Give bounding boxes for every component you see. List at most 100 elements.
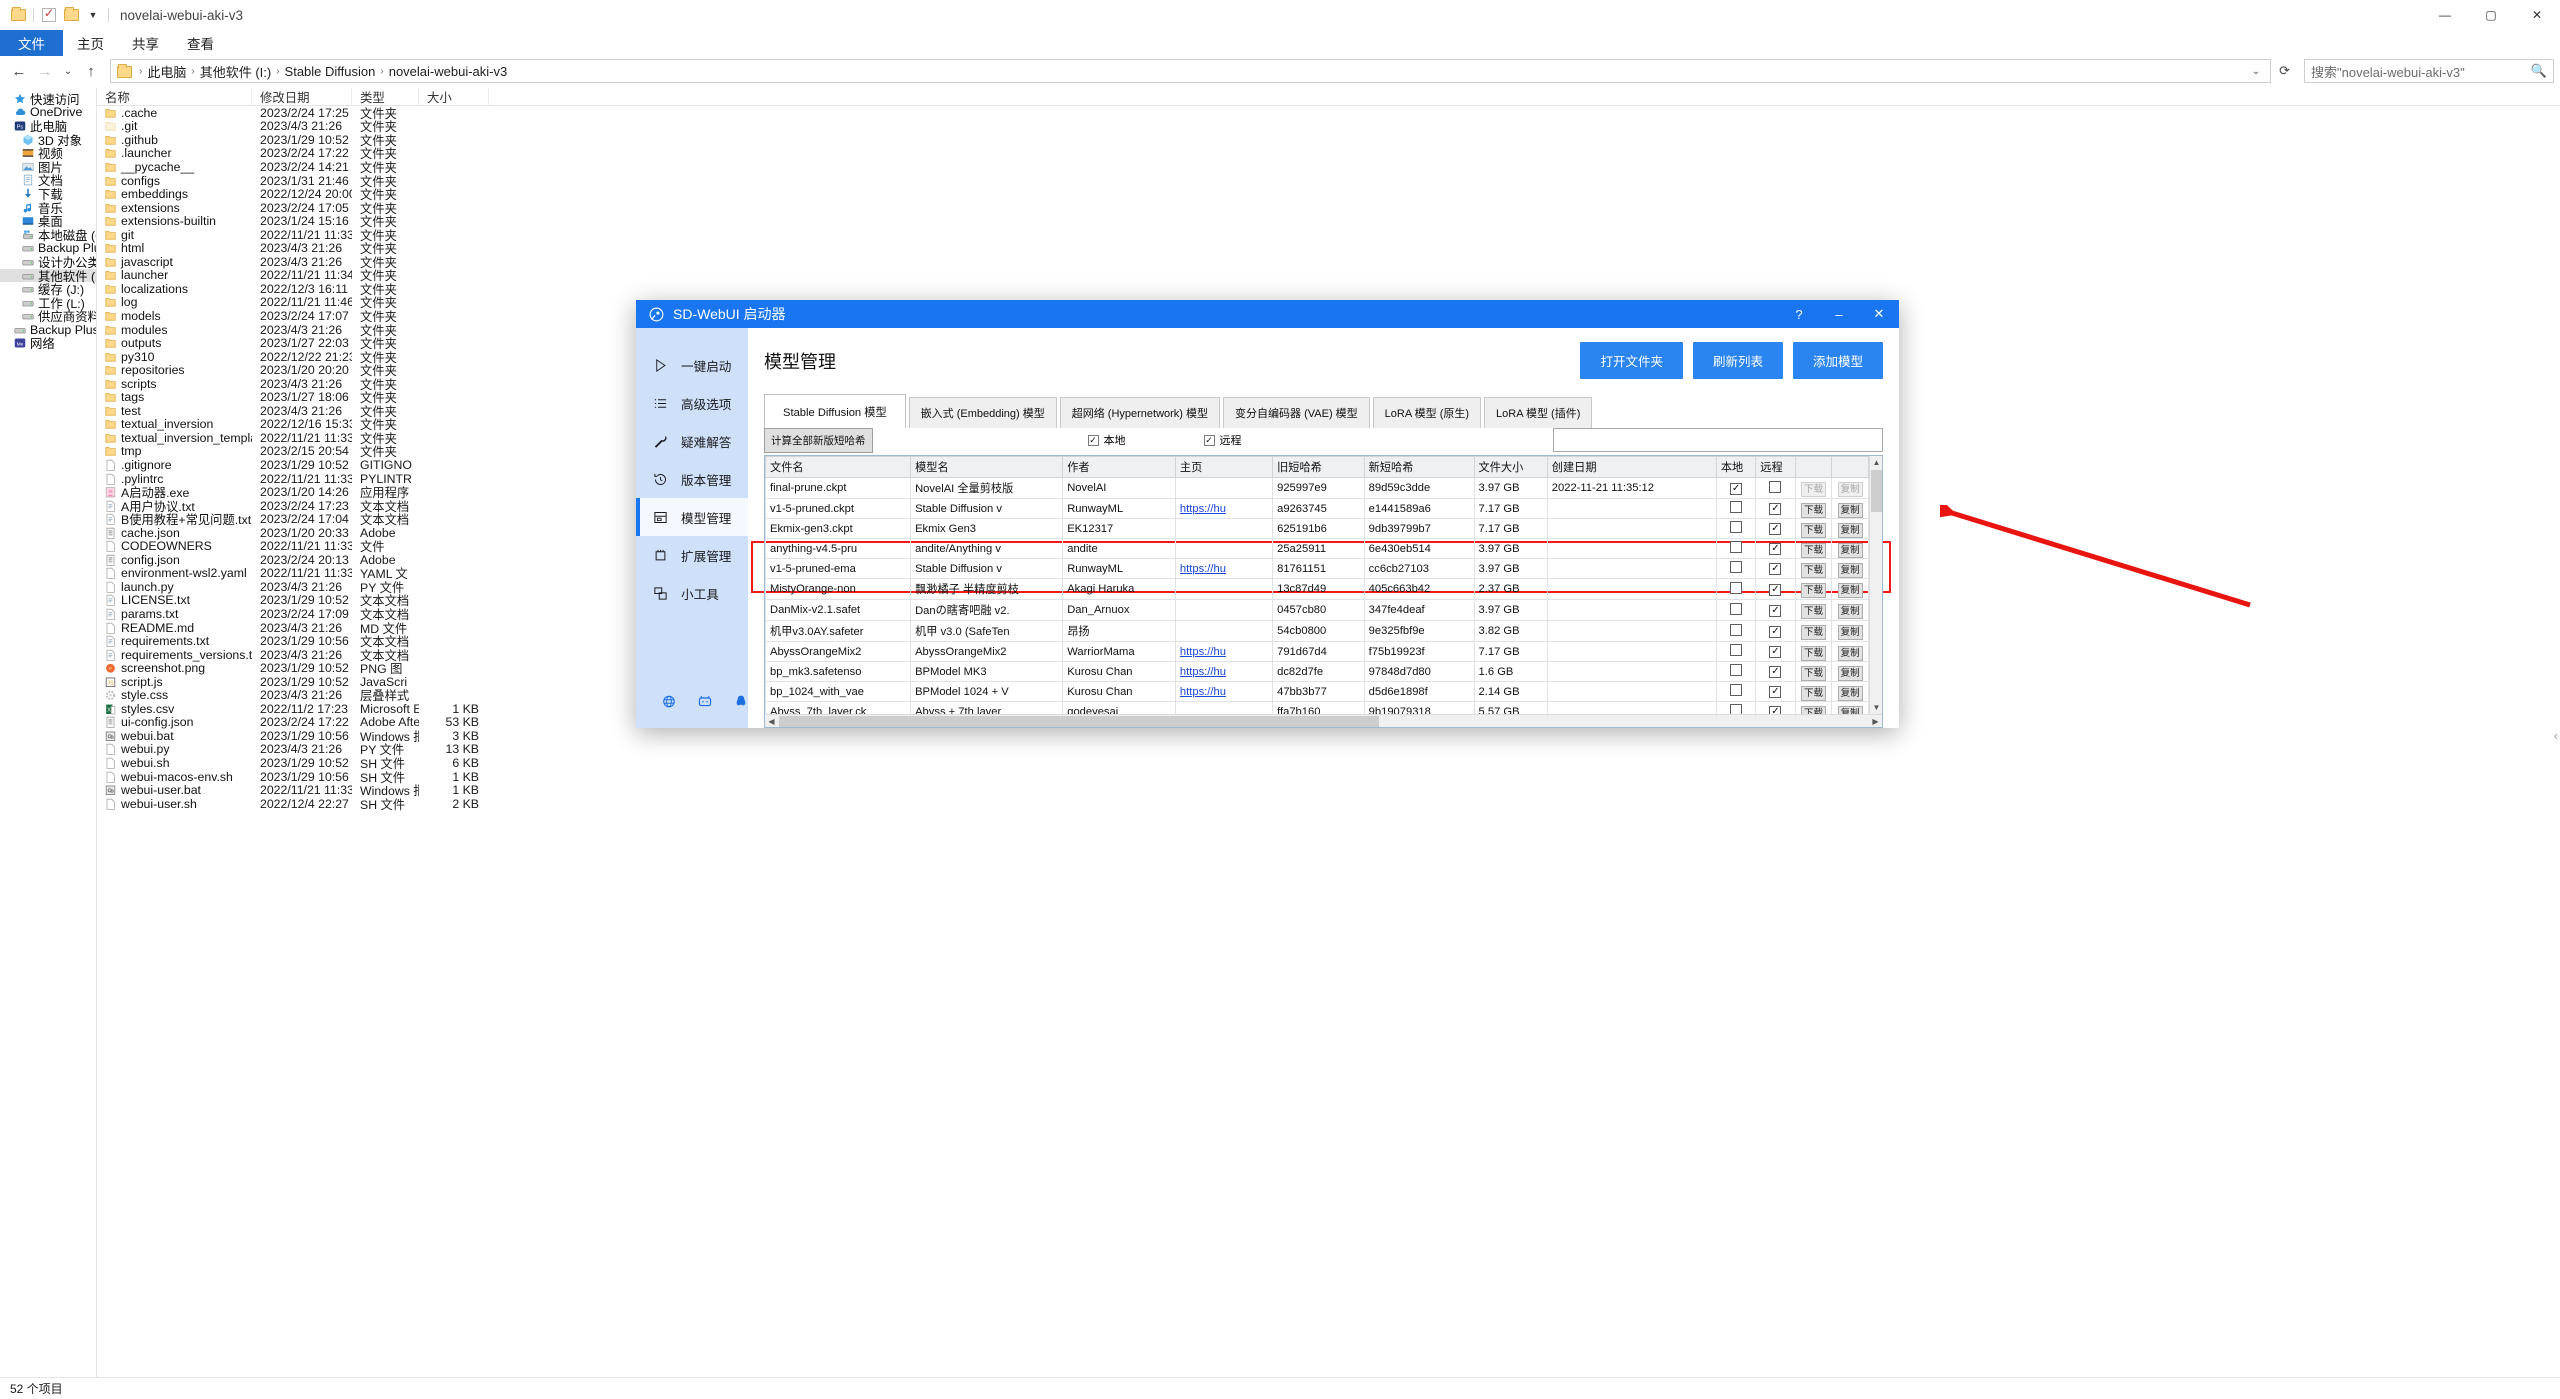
copy-button[interactable]: 复制	[1838, 625, 1863, 640]
file-row[interactable]: extensions-builtin2023/1/24 15:16文件夹	[97, 214, 2560, 228]
models-table-row[interactable]: Ekmix-gen3.ckptEkmix Gen3EK12317625191b6…	[766, 519, 1869, 539]
file-name-cell[interactable]: localizations	[97, 282, 252, 296]
ribbon-tab-file[interactable]: 文件	[0, 30, 63, 56]
edge-expand-icon[interactable]: ‹	[2554, 728, 2558, 743]
cell-local-checkbox[interactable]	[1716, 539, 1755, 559]
sidebar-item-extension-management[interactable]: 扩展管理	[636, 536, 748, 574]
checkbox[interactable]: ✓	[1769, 523, 1781, 535]
file-name-cell[interactable]: repositories	[97, 363, 252, 377]
cell-remote-checkbox[interactable]	[1756, 478, 1795, 499]
checkbox[interactable]: ✓	[1769, 646, 1781, 658]
models-table-row[interactable]: anything-v4.5-pruandite/Anything vandite…	[766, 539, 1869, 559]
cell-homepage[interactable]	[1175, 478, 1272, 499]
models-table-row[interactable]: final-prune.ckptNovelAI 全量剪枝版NovelAI9259…	[766, 478, 1869, 499]
models-table-row[interactable]: 机甲v3.0AY.safeter机甲 v3.0 (SafeTen昂扬54cb08…	[766, 621, 1869, 642]
cell-copy-action[interactable]: 复制	[1832, 621, 1869, 642]
file-name-cell[interactable]: log	[97, 295, 252, 309]
cell-homepage[interactable]	[1175, 579, 1272, 600]
cell-homepage[interactable]	[1175, 519, 1272, 539]
up-button[interactable]: ↑	[78, 58, 104, 84]
scroll-left-icon[interactable]: ◀	[765, 715, 778, 728]
sd-minimize-button[interactable]: –	[1819, 300, 1859, 328]
cell-remote-checkbox[interactable]: ✓	[1756, 621, 1795, 642]
tab-model-type-1[interactable]: 嵌入式 (Embedding) 模型	[909, 397, 1057, 428]
models-table-row[interactable]: bp_1024_with_vaeBPModel 1024 + VKurosu C…	[766, 682, 1869, 702]
cell-download-action[interactable]: 下载	[1795, 559, 1832, 579]
file-name-cell[interactable]: tags	[97, 390, 252, 404]
cell-download-action[interactable]: 下载	[1795, 499, 1832, 519]
sidebar-item-advanced-options[interactable]: 高级选项	[636, 384, 748, 422]
cell-remote-checkbox[interactable]: ✓	[1756, 519, 1795, 539]
download-button[interactable]: 下载	[1801, 706, 1826, 715]
file-name-cell[interactable]: .cache	[97, 106, 252, 120]
help-button[interactable]: ?	[1779, 300, 1819, 328]
file-name-cell[interactable]: style.css	[97, 688, 252, 702]
open-folder-button[interactable]: 打开文件夹	[1580, 342, 1683, 379]
file-name-cell[interactable]: .github	[97, 133, 252, 147]
checkbox[interactable]	[1730, 664, 1742, 676]
cell-copy-action[interactable]: 复制	[1832, 682, 1869, 702]
cell-homepage[interactable]	[1175, 621, 1272, 642]
back-button[interactable]: ←	[6, 58, 32, 84]
forward-button[interactable]: →	[32, 58, 58, 84]
file-row[interactable]: html2023/4/3 21:26文件夹	[97, 241, 2560, 255]
checkbox[interactable]	[1730, 603, 1742, 615]
cell-local-checkbox[interactable]	[1716, 642, 1755, 662]
checkbox[interactable]	[1730, 644, 1742, 656]
cell-remote-checkbox[interactable]: ✓	[1756, 642, 1795, 662]
copy-button[interactable]: 复制	[1838, 666, 1863, 681]
cell-remote-checkbox[interactable]: ✓	[1756, 499, 1795, 519]
homepage-link[interactable]: https://hu	[1180, 503, 1226, 515]
file-row[interactable]: .launcher2023/2/24 17:22文件夹	[97, 147, 2560, 161]
file-row[interactable]: git2022/11/21 11:33文件夹	[97, 228, 2560, 242]
file-name-cell[interactable]: .gitignore	[97, 458, 252, 472]
cell-remote-checkbox[interactable]: ✓	[1756, 662, 1795, 682]
customize-dropdown-icon[interactable]: ▼	[83, 5, 103, 25]
copy-button[interactable]: 复制	[1838, 604, 1863, 619]
tab-model-type-4[interactable]: LoRA 模型 (原生)	[1373, 397, 1481, 428]
cell-download-action[interactable]: 下载	[1795, 662, 1832, 682]
cell-download-action[interactable]: 下载	[1795, 600, 1832, 621]
file-name-cell[interactable]: scripts	[97, 377, 252, 391]
cell-local-checkbox[interactable]	[1716, 499, 1755, 519]
copy-button[interactable]: 复制	[1838, 503, 1863, 518]
copy-button[interactable]: 复制	[1838, 563, 1863, 578]
models-table-row[interactable]: MistyOrange-non飘渺橘子 半精度剪枝Akagi Haruka13c…	[766, 579, 1869, 600]
file-row[interactable]: javascript2023/4/3 21:26文件夹	[97, 255, 2560, 269]
horizontal-scroll-thumb[interactable]	[779, 716, 1379, 727]
file-name-cell[interactable]: git	[97, 228, 252, 242]
cell-remote-checkbox[interactable]: ✓	[1756, 559, 1795, 579]
file-name-cell[interactable]: textual_inversion	[97, 417, 252, 431]
models-column-header-1[interactable]: 模型名	[911, 457, 1063, 478]
sidebar-item-troubleshooting[interactable]: 疑难解答	[636, 422, 748, 460]
refresh-icon[interactable]: ⟳	[2271, 63, 2298, 79]
file-row[interactable]: launcher2022/11/21 11:34文件夹	[97, 269, 2560, 283]
checkbox[interactable]: ✓	[1769, 686, 1781, 698]
cell-download-action[interactable]: 下载	[1795, 642, 1832, 662]
file-name-cell[interactable]: README.md	[97, 621, 252, 635]
models-table-row[interactable]: v1-5-pruned-emaStable Diffusion vRunwayM…	[766, 559, 1869, 579]
cell-local-checkbox[interactable]	[1716, 682, 1755, 702]
cell-local-checkbox[interactable]	[1716, 662, 1755, 682]
checkbox[interactable]	[1730, 704, 1742, 714]
models-column-header-10[interactable]	[1795, 457, 1832, 478]
cell-homepage[interactable]: https://hu	[1175, 559, 1272, 579]
cell-local-checkbox[interactable]: ✓	[1716, 478, 1755, 499]
file-row[interactable]: webui.bat2023/1/29 10:56Windows 批处理...3 …	[97, 729, 2560, 743]
file-name-cell[interactable]: config.json	[97, 553, 252, 567]
file-name-cell[interactable]: models	[97, 309, 252, 323]
copy-button[interactable]: 复制	[1838, 706, 1863, 715]
file-row[interactable]: webui-user.sh2022/12/4 22:27SH 文件2 KB	[97, 797, 2560, 811]
cell-download-action[interactable]: 下载	[1795, 579, 1832, 600]
checkbox[interactable]: ✓	[1769, 563, 1781, 575]
copy-button[interactable]: 复制	[1838, 686, 1863, 701]
minimize-button[interactable]: —	[2422, 0, 2468, 30]
close-button[interactable]: ✕	[2514, 0, 2560, 30]
ribbon-tab-home[interactable]: 主页	[63, 30, 118, 56]
download-button[interactable]: 下载	[1801, 523, 1826, 538]
cell-copy-action[interactable]: 复制	[1832, 499, 1869, 519]
cell-local-checkbox[interactable]	[1716, 600, 1755, 621]
sidebar-item-tools[interactable]: 小工具	[636, 574, 748, 612]
checkbox[interactable]: ✓	[1769, 605, 1781, 617]
checkbox[interactable]	[1730, 521, 1742, 533]
